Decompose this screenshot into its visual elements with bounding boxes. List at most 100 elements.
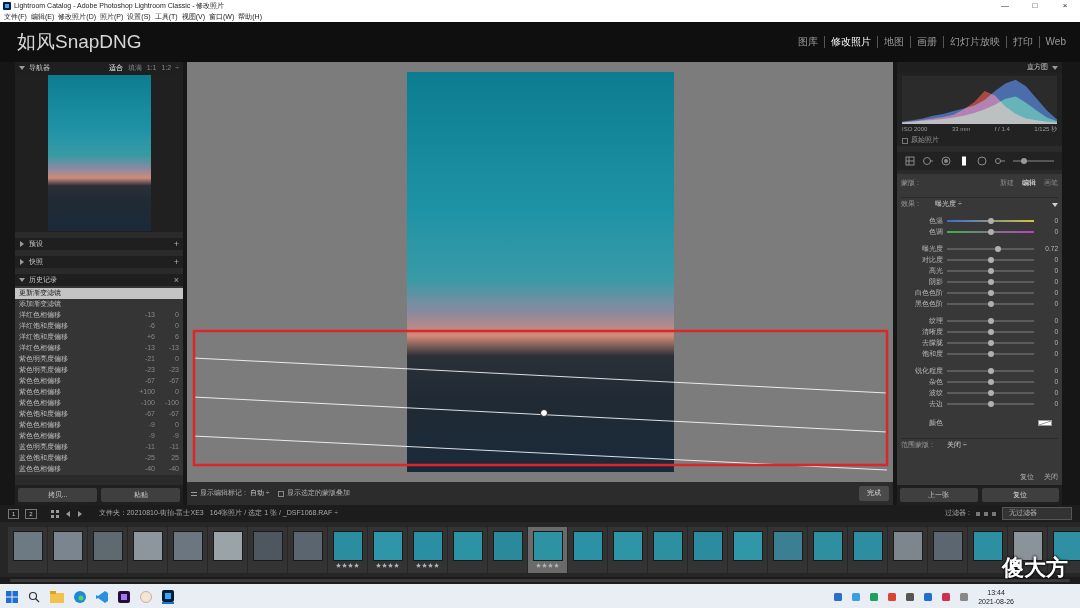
menu-item[interactable]: 工具(T) [153, 13, 180, 20]
slider-knob[interactable] [988, 379, 994, 385]
menu-item[interactable]: 文件(F) [2, 13, 29, 20]
window-control[interactable]: □ [1020, 2, 1050, 10]
slider-knob[interactable] [988, 257, 994, 263]
slider-track[interactable] [947, 281, 1034, 283]
slider-track[interactable] [947, 292, 1034, 294]
slider-track[interactable] [947, 231, 1034, 233]
slider-value[interactable]: 0 [1034, 316, 1058, 326]
slider-knob[interactable] [995, 246, 1001, 252]
panel-end-button[interactable]: 复位 [1020, 472, 1034, 483]
slider-knob[interactable] [988, 401, 994, 407]
slider-value[interactable]: 0 [1034, 255, 1058, 265]
history-row[interactable]: 紫色色相偏移-67-67 [15, 376, 183, 387]
filmstrip-thumbnail[interactable] [248, 527, 287, 573]
menu-item[interactable]: 编辑(E) [29, 13, 56, 20]
slider-knob[interactable] [988, 268, 994, 274]
effect-dropdown[interactable]: 曝光度 ÷ [935, 199, 1052, 210]
panel-header[interactable]: 预设+ [15, 238, 183, 250]
view-button[interactable]: 2 [25, 509, 36, 519]
slider-value[interactable]: 0.72 [1034, 244, 1058, 254]
filmstrip-count[interactable]: 164张照片 / 选定 1 张 / _DSF1068.RAF ÷ [210, 508, 338, 519]
zoom-dropdown[interactable]: ÷ [175, 63, 179, 74]
filmstrip-thumbnail[interactable] [48, 527, 87, 573]
window-control[interactable]: — [990, 2, 1020, 10]
redeye-tool-icon[interactable] [941, 156, 951, 166]
rating-stars[interactable] [336, 563, 359, 568]
slider-track[interactable] [947, 270, 1034, 272]
graduated-filter-overlay[interactable] [187, 62, 893, 482]
slider-track[interactable] [947, 303, 1034, 305]
filmstrip-thumbnail[interactable] [968, 527, 1007, 573]
menu-item[interactable]: 修改照片(D) [56, 13, 98, 20]
filmstrip-thumbnail[interactable] [448, 527, 487, 573]
filmstrip-thumbnail[interactable] [568, 527, 607, 573]
slider-track[interactable] [947, 353, 1034, 355]
filmstrip-thumbnail[interactable] [848, 527, 887, 573]
module-tab[interactable]: 幻灯片放映 [943, 36, 1006, 48]
window-control[interactable]: × [1050, 2, 1080, 10]
spot-tool-icon[interactable] [923, 156, 933, 166]
menu-item[interactable]: 照片(P) [98, 13, 125, 20]
history-row[interactable]: 蓝色明亮度偏移-11-11 [15, 442, 183, 453]
view-button[interactable]: 1 [8, 509, 19, 519]
panel-header[interactable]: 历史记录× [15, 274, 183, 286]
filmstrip-source[interactable]: 文件夹：20210810-街拍-富士XE3 [99, 508, 204, 519]
history-row[interactable]: 洋红饱和度偏移-60 [15, 321, 183, 332]
slider-value[interactable]: 0 [1034, 266, 1058, 276]
history-row[interactable]: 紫色明亮度偏移-210 [15, 354, 183, 365]
module-tab[interactable]: 图库 [792, 36, 824, 48]
history-row[interactable]: 紫色明亮度偏移-23-23 [15, 365, 183, 376]
filmstrip-scrollbar[interactable] [0, 577, 1080, 584]
slider-knob[interactable] [988, 218, 994, 224]
slider-track[interactable] [947, 248, 1034, 250]
filmstrip-thumbnail[interactable] [608, 527, 647, 573]
module-tab[interactable]: 打印 [1006, 36, 1039, 48]
slider-knob[interactable] [988, 301, 994, 307]
slider-track[interactable] [947, 331, 1034, 333]
filmstrip-thumbnail[interactable] [928, 527, 967, 573]
crop-tool-icon[interactable] [905, 156, 915, 166]
slider-value[interactable]: 0 [1034, 377, 1058, 387]
history-row[interactable]: 洋红色相偏移-13-13 [15, 343, 183, 354]
filmstrip-thumbnail[interactable] [728, 527, 767, 573]
done-button[interactable]: 完成 [859, 486, 889, 501]
filmstrip-thumbnail[interactable] [768, 527, 807, 573]
zoom-option[interactable]: 1:1 [147, 63, 157, 74]
zoom-option[interactable]: 填满 [128, 63, 142, 74]
filmstrip-thumbnail[interactable] [208, 527, 247, 573]
collapse-triangle-icon[interactable] [19, 277, 25, 283]
slider-track[interactable] [947, 220, 1034, 222]
filmstrip-thumbnail[interactable] [488, 527, 527, 573]
slider-value[interactable]: 0 [1034, 288, 1058, 298]
rating-stars[interactable] [376, 563, 399, 568]
slider-value[interactable]: 0 [1034, 388, 1058, 398]
mask-mode[interactable]: 编辑 [1022, 178, 1036, 189]
slider-track[interactable] [947, 381, 1034, 383]
history-row[interactable]: 蓝色饱和度偏移-2525 [15, 453, 183, 464]
filmstrip-thumbnail[interactable] [168, 527, 207, 573]
right-button[interactable]: 复位 [982, 488, 1060, 503]
slider-track[interactable] [947, 370, 1034, 372]
slider-knob[interactable] [988, 329, 994, 335]
panel-end-button[interactable]: 关闭 [1044, 472, 1058, 483]
menu-item[interactable]: 帮助(H) [236, 13, 264, 20]
panel-header[interactable]: 快照+ [15, 256, 183, 268]
history-row[interactable]: 洋红色相偏移-130 [15, 310, 183, 321]
clock[interactable]: 13:442021-08-26 [978, 588, 1014, 606]
history-row[interactable]: 紫色色相偏移-9-9 [15, 431, 183, 442]
filmstrip-thumbnail[interactable] [128, 527, 167, 573]
overlay-checkbox[interactable] [278, 491, 284, 497]
filmstrip-thumbnail[interactable] [368, 527, 407, 573]
brush-tool-icon[interactable] [995, 156, 1005, 166]
history-row[interactable]: 蓝色色相偏移-40-40 [15, 464, 183, 475]
slider-value[interactable]: 0 [1034, 366, 1058, 376]
navigator-header[interactable]: 导航器适合填满1:11:2÷ [15, 62, 183, 74]
slider-value[interactable]: 0 [1034, 327, 1058, 337]
slider-value[interactable]: 0 [1034, 216, 1058, 226]
history-row[interactable]: 紫色色相偏移-90 [15, 420, 183, 431]
filmstrip-thumbnail[interactable] [888, 527, 927, 573]
module-tab[interactable]: 地图 [877, 36, 910, 48]
zoom-option[interactable]: 适合 [109, 63, 123, 74]
filter-dropdown[interactable]: 无过滤器 [1002, 507, 1072, 520]
slider-track[interactable] [947, 392, 1034, 394]
